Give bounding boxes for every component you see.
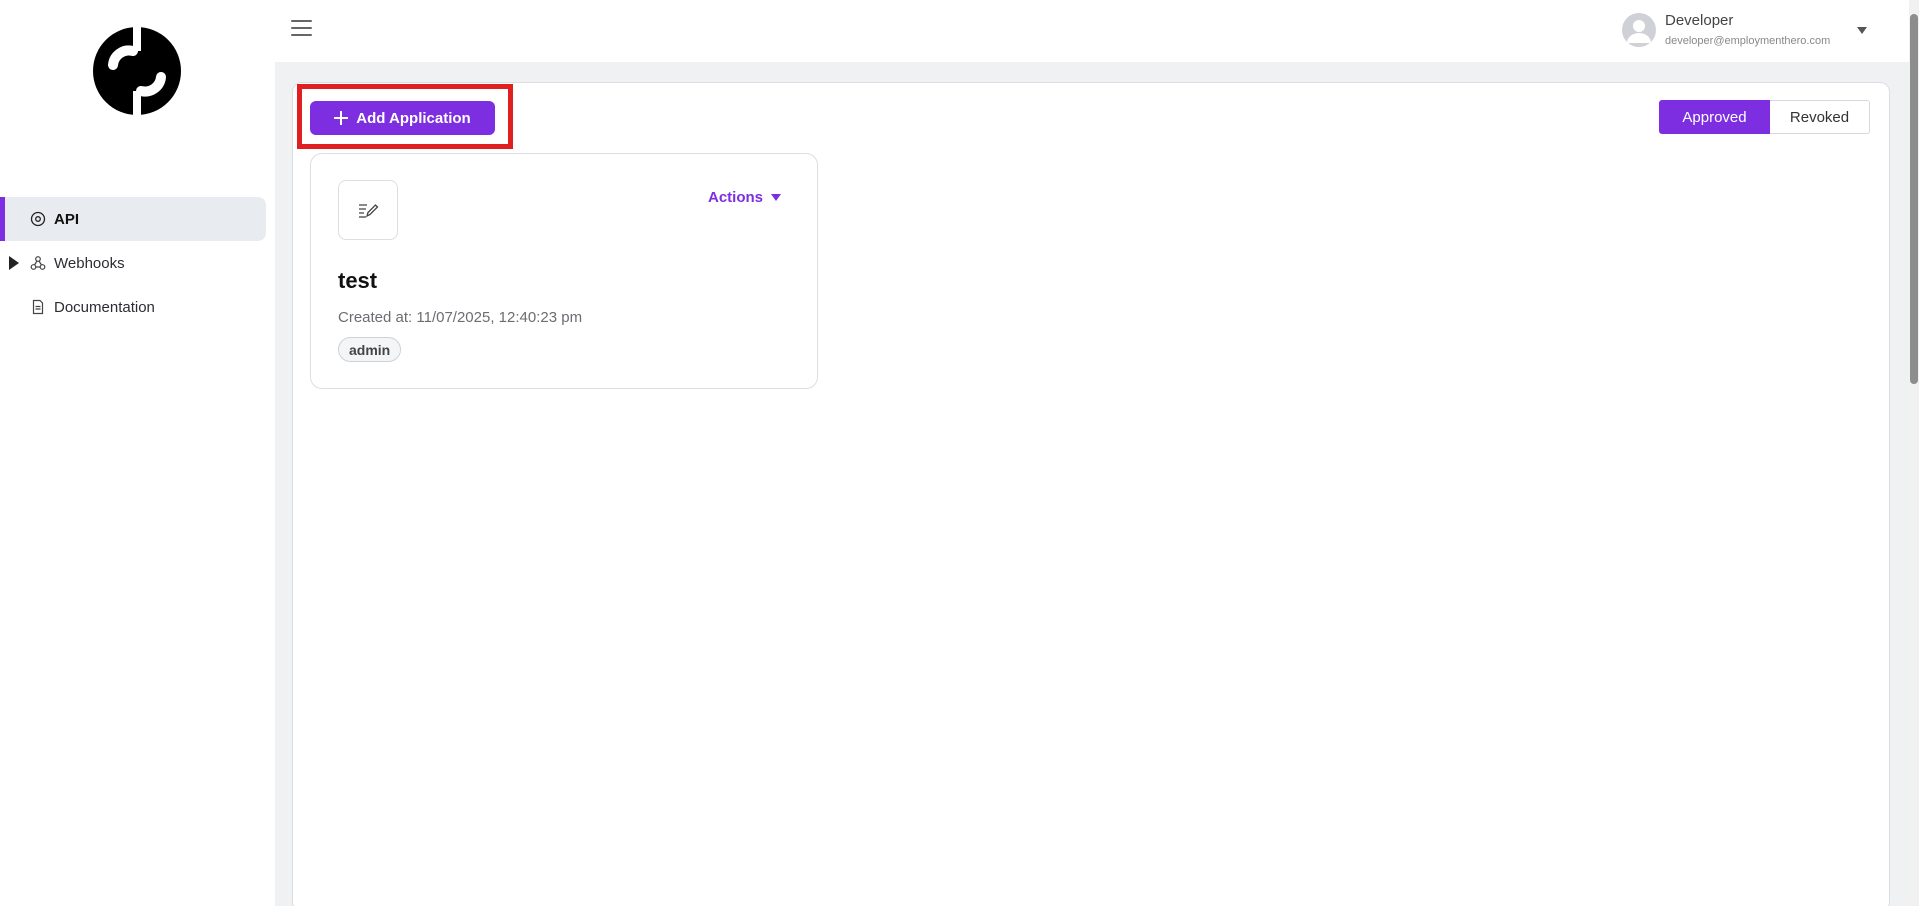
plus-icon (334, 111, 349, 125)
created-at: Created at: 11/07/2025, 12:40:23 pm (338, 309, 583, 326)
application-name: test (338, 268, 378, 293)
user-name: Developer (1665, 12, 1734, 29)
sidebar-item-api[interactable]: API (0, 197, 266, 241)
sidebar-item-label: Documentation (54, 298, 155, 316)
sidebar-nav: API Webhooks Documentation (0, 197, 275, 329)
scope-badge: admin (338, 337, 402, 362)
actions-label: Actions (708, 189, 764, 206)
sidebar-item-webhooks[interactable]: Webhooks (0, 241, 266, 285)
edit-note-icon (338, 180, 398, 240)
sidebar-item-documentation[interactable]: Documentation (0, 285, 266, 329)
employment-hero-logo-icon[interactable] (93, 27, 181, 115)
sidebar: API Webhooks Documentation (0, 0, 275, 906)
sidebar-item-label: Webhooks (54, 254, 125, 272)
expand-caret-icon[interactable] (9, 256, 19, 270)
filter-approved-button[interactable]: Approved (1659, 100, 1770, 134)
webhooks-icon (30, 256, 46, 270)
page-scrollbar[interactable] (1909, 0, 1919, 906)
status-filter-toggle: Approved Revoked (1659, 100, 1870, 134)
add-application-button[interactable]: Add Application (310, 101, 495, 135)
chevron-down-icon[interactable] (1857, 27, 1867, 34)
scrollbar-thumb[interactable] (1910, 14, 1918, 384)
actions-dropdown[interactable]: Actions (708, 189, 782, 206)
hamburger-menu-icon[interactable] (291, 20, 312, 36)
sidebar-item-label: API (54, 210, 80, 228)
user-menu[interactable]: Developer developer@employmenthero.com (1622, 10, 1862, 50)
user-email: developer@employmenthero.com (1665, 35, 1831, 47)
chevron-down-icon (771, 194, 782, 201)
filter-revoked-button[interactable]: Revoked (1770, 100, 1870, 134)
document-icon (32, 299, 44, 315)
api-icon (30, 211, 46, 227)
top-bar: Developer developer@employmenthero.com (275, 0, 1919, 62)
application-card[interactable]: Actions test Created at: 11/07/2025, 12:… (310, 153, 818, 389)
add-application-label: Add Application (356, 109, 471, 127)
user-avatar-icon (1622, 13, 1656, 47)
